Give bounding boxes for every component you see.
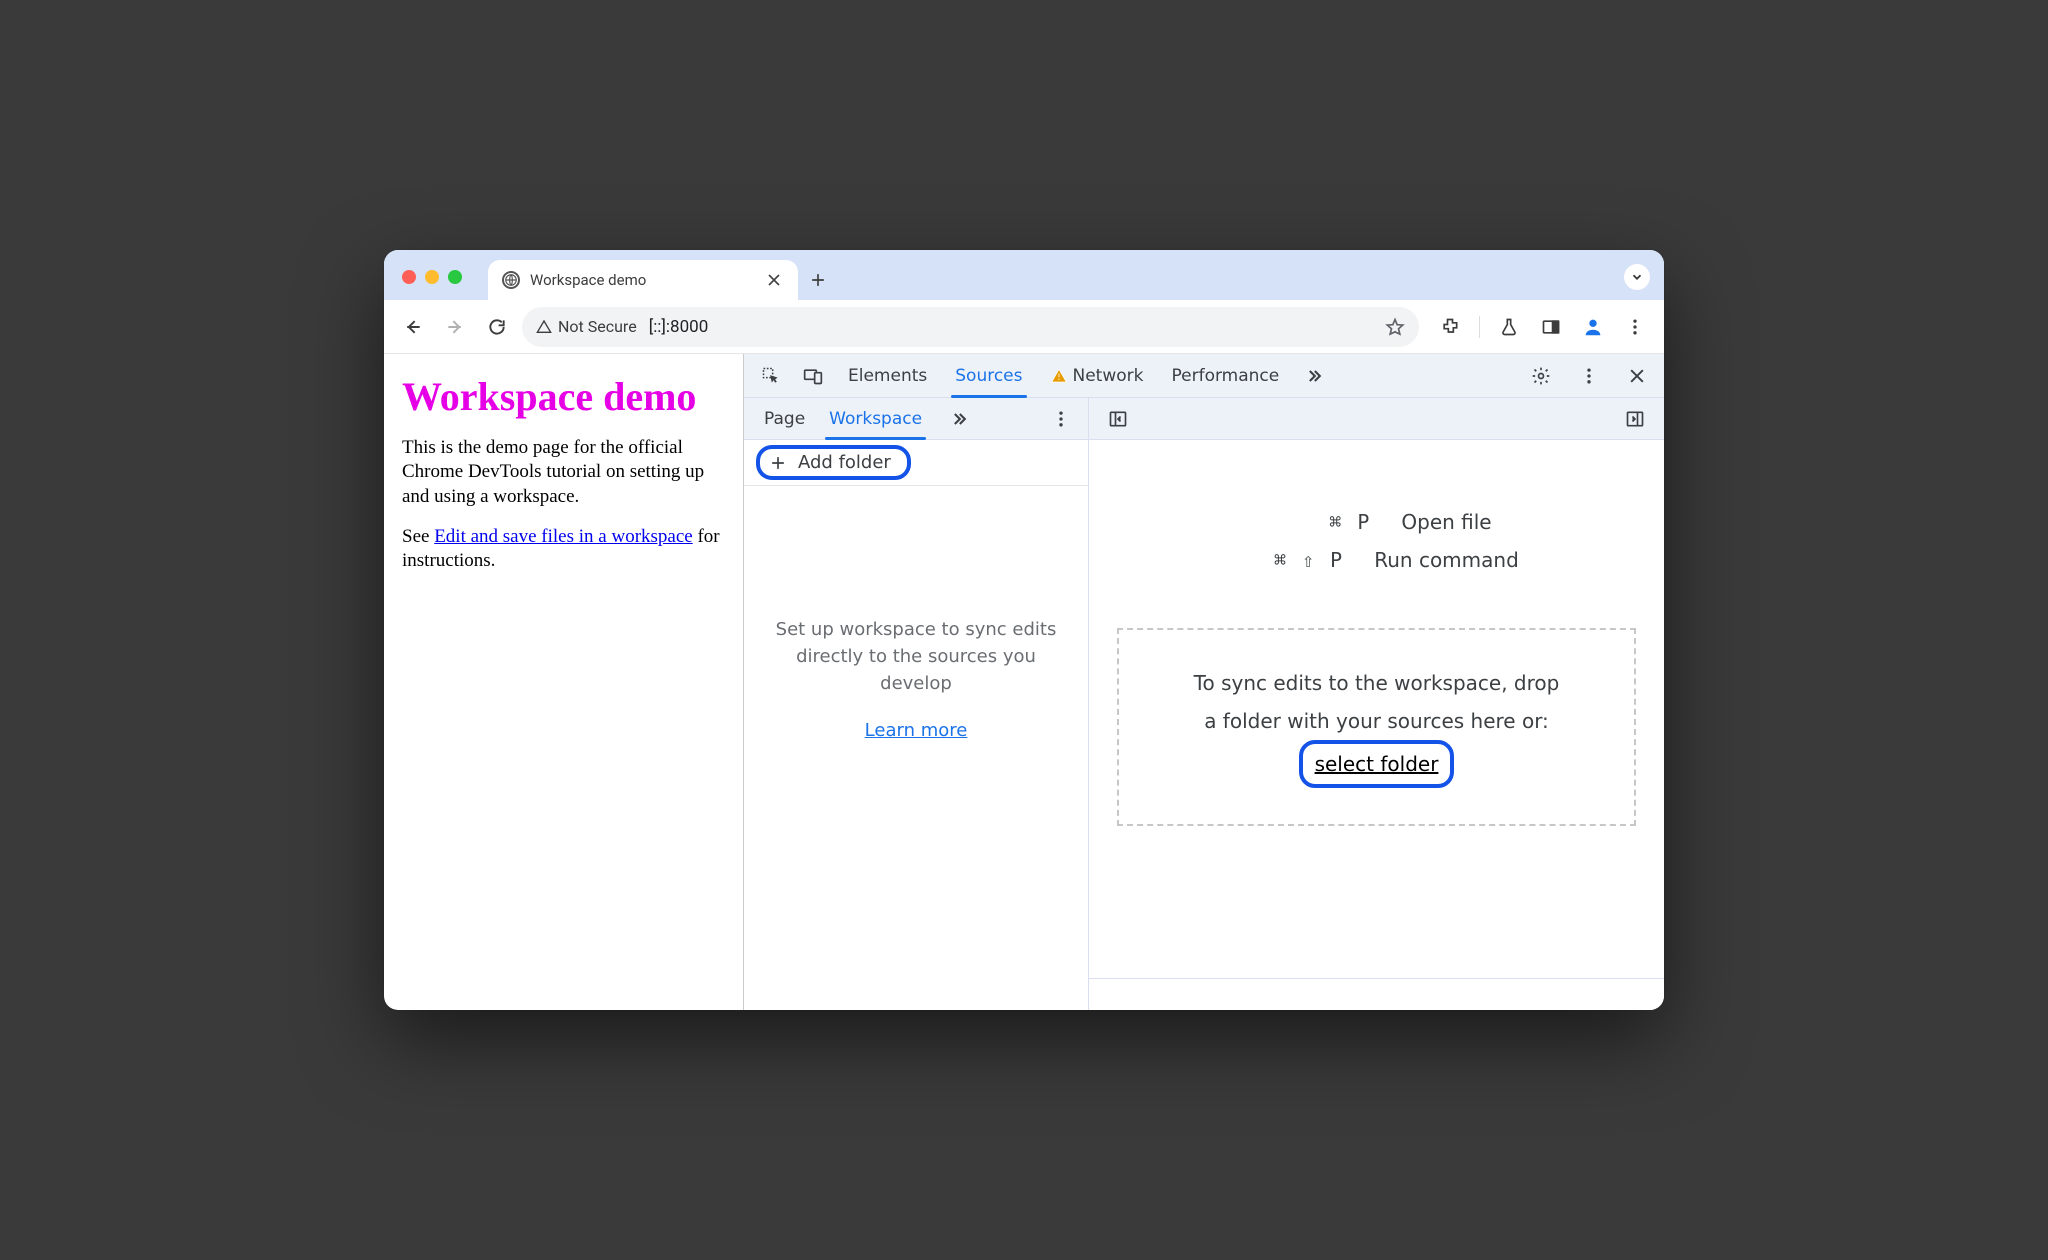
labs-button[interactable] — [1492, 310, 1526, 344]
devtools-settings-button[interactable] — [1524, 359, 1558, 393]
security-label: Not Secure — [558, 317, 637, 336]
browser-window: Workspace demo Not Secure — [384, 250, 1664, 1010]
forward-button[interactable] — [438, 310, 472, 344]
editor-toolbar — [1089, 398, 1664, 440]
side-panel-button[interactable] — [1534, 310, 1568, 344]
editor-shortcuts: ⌘ P Open file ⌘ ⇧ P Run command — [1089, 510, 1664, 572]
inspect-element-button[interactable] — [754, 359, 788, 393]
shortcut-label: Open file — [1401, 510, 1491, 534]
sources-navigator: Page Workspace Add folder — [744, 398, 1089, 1010]
subtab-page[interactable]: Page — [754, 398, 815, 439]
back-button[interactable] — [396, 310, 430, 344]
navigator-menu-button[interactable] — [1044, 402, 1078, 436]
editor-footer — [1089, 978, 1664, 1010]
extensions-button[interactable] — [1433, 310, 1467, 344]
bookmark-button[interactable] — [1385, 317, 1405, 337]
tab-sources[interactable]: Sources — [945, 354, 1032, 397]
add-folder-row: Add folder — [744, 440, 1088, 486]
tab-strip: Workspace demo — [384, 250, 1664, 300]
minimize-window-button[interactable] — [425, 270, 439, 284]
divider — [1479, 316, 1480, 338]
learn-more-link[interactable]: Learn more — [865, 717, 968, 744]
tab-title: Workspace demo — [530, 271, 754, 289]
add-folder-button[interactable]: Add folder — [756, 445, 911, 480]
globe-icon — [502, 271, 520, 289]
tab-performance[interactable]: Performance — [1161, 354, 1289, 397]
warning-icon — [536, 319, 552, 335]
devtools-topbar: Elements Sources Network Performance — [744, 354, 1664, 398]
select-folder-highlight: select folder — [1299, 740, 1455, 788]
dropzone-text-2: a folder with your sources here or: — [1149, 702, 1604, 740]
new-tab-button[interactable] — [808, 270, 828, 290]
sources-editor-area: ⌘ P Open file ⌘ ⇧ P Run command To sync … — [1089, 398, 1664, 1010]
navigator-more-button[interactable] — [942, 402, 976, 436]
devtools-menu-button[interactable] — [1572, 359, 1606, 393]
profile-button[interactable] — [1576, 310, 1610, 344]
page-link[interactable]: Edit and save files in a workspace — [434, 526, 693, 547]
shortcut-keys: ⌘ ⇧ P — [1234, 548, 1344, 572]
devtools-panel: Elements Sources Network Performance — [744, 354, 1664, 1010]
select-folder-link[interactable]: select folder — [1315, 752, 1439, 776]
browser-menu-button[interactable] — [1618, 310, 1652, 344]
address-bar[interactable]: Not Secure [::]:8000 — [522, 307, 1419, 347]
tab-list-dropdown[interactable] — [1624, 264, 1650, 290]
shortcut-run-command: ⌘ ⇧ P Run command — [1234, 548, 1519, 572]
shortcut-label: Run command — [1374, 548, 1519, 572]
devtools-main: Page Workspace Add folder — [744, 398, 1664, 1010]
security-chip[interactable]: Not Secure — [536, 317, 637, 336]
tab-network[interactable]: Network — [1041, 354, 1154, 397]
close-tab-button[interactable] — [764, 270, 784, 290]
reload-button[interactable] — [480, 310, 514, 344]
more-tabs-button[interactable] — [1297, 359, 1331, 393]
page-paragraph-2: See Edit and save files in a workspace f… — [402, 525, 725, 574]
page-paragraph-1: This is the demo page for the official C… — [402, 436, 725, 509]
subtab-workspace[interactable]: Workspace — [819, 398, 932, 439]
devtools-close-button[interactable] — [1620, 359, 1654, 393]
shortcut-keys: ⌘ P — [1261, 510, 1371, 534]
tab-elements[interactable]: Elements — [838, 354, 937, 397]
browser-tab[interactable]: Workspace demo — [488, 260, 798, 300]
collapse-sidebar-button[interactable] — [1618, 402, 1652, 436]
device-toolbar-button[interactable] — [796, 359, 830, 393]
toolbar: Not Secure [::]:8000 — [384, 300, 1664, 354]
workspace-dropzone[interactable]: To sync edits to the workspace, drop a f… — [1117, 628, 1636, 826]
content-area: Workspace demo This is the demo page for… — [384, 354, 1664, 1010]
shortcut-open-file: ⌘ P Open file — [1261, 510, 1491, 534]
workspace-hint-text: Set up workspace to sync edits directly … — [774, 616, 1058, 697]
maximize-window-button[interactable] — [448, 270, 462, 284]
page-heading: Workspace demo — [402, 376, 725, 418]
dropzone-text-1: To sync edits to the workspace, drop — [1149, 664, 1604, 702]
toolbar-actions — [1433, 310, 1652, 344]
navigator-tabs: Page Workspace — [744, 398, 1088, 440]
add-folder-label: Add folder — [798, 452, 891, 473]
workspace-hint: Set up workspace to sync edits directly … — [744, 486, 1088, 1010]
page-viewport: Workspace demo This is the demo page for… — [384, 354, 744, 1010]
url-text: [::]:8000 — [649, 317, 709, 337]
window-controls — [402, 270, 462, 284]
warning-icon — [1051, 368, 1067, 384]
close-window-button[interactable] — [402, 270, 416, 284]
collapse-navigator-button[interactable] — [1101, 402, 1135, 436]
